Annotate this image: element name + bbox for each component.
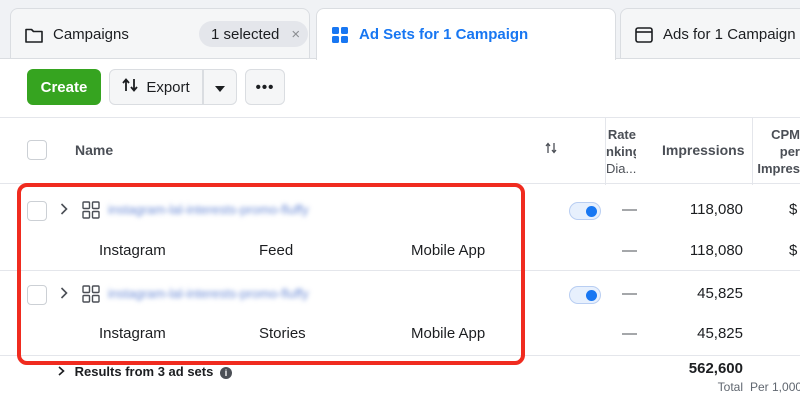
breakdown-placement: Feed <box>259 242 294 259</box>
total-impressions: 562,600 <box>688 360 743 377</box>
tab-bar: Campaigns 1 selected × Ad Sets for 1 Cam… <box>0 0 800 60</box>
row-checkbox[interactable] <box>27 285 47 305</box>
clear-selection-icon[interactable]: × <box>291 26 300 43</box>
ad-set-grid-icon <box>82 201 100 219</box>
tab-ad-sets[interactable]: Ad Sets for 1 Campaign <box>316 8 616 60</box>
ranking-value: — <box>622 325 637 342</box>
expand-chevron-icon[interactable] <box>60 286 68 302</box>
ranking-value: — <box>622 242 637 259</box>
breakdown-platform: Instagram <box>99 242 166 259</box>
tab-ads[interactable]: Ads for 1 Campaign <box>620 8 800 60</box>
results-label: Results from 3 ad sets i <box>58 364 232 379</box>
cpm-value: $ <box>789 242 798 259</box>
export-label: Export <box>146 78 190 96</box>
ad-sets-panel: Create Export ••• Name Rate nking Dia... <box>0 58 800 419</box>
total-label: Total <box>717 380 743 394</box>
row-checkbox[interactable] <box>27 201 47 221</box>
toggle-knob <box>586 206 597 217</box>
results-summary-row: Results from 3 ad sets i 562,600 Total P… <box>0 355 800 419</box>
impressions-value: 45,825 <box>697 325 743 342</box>
select-all-checkbox[interactable] <box>27 140 47 160</box>
ad-set-name-link[interactable]: instagram-lal-interests-promo-fluffy <box>108 286 309 301</box>
table-row: instagram-lal-interests-promo-fluffy — 4… <box>0 271 800 355</box>
column-header-cpm[interactable]: CPM per Impres <box>756 126 800 177</box>
selected-badge[interactable]: 1 selected × <box>199 21 309 47</box>
export-button[interactable]: Export <box>109 69 203 105</box>
tab-campaigns[interactable]: Campaigns 1 selected × <box>10 8 310 60</box>
expand-chevron-icon[interactable] <box>58 364 69 379</box>
ad-sets-grid-icon <box>331 26 349 44</box>
breakdown-placement: Stories <box>259 325 306 342</box>
tab-ads-label: Ads for 1 Campaign <box>663 26 796 43</box>
breakdown-platform: Instagram <box>99 325 166 342</box>
export-icon <box>122 78 138 96</box>
more-options-button[interactable]: ••• <box>245 69 285 105</box>
tab-campaigns-label: Campaigns <box>53 26 129 43</box>
impressions-value: 118,080 <box>689 242 743 259</box>
tab-ad-sets-label: Ad Sets for 1 Campaign <box>359 26 529 43</box>
ad-window-icon <box>635 26 653 43</box>
table-row: instagram-lal-interests-promo-fluffy — 1… <box>0 185 800 270</box>
selected-count: 1 selected <box>211 25 280 43</box>
info-icon[interactable]: i <box>219 367 232 379</box>
toolbar: Create Export ••• <box>27 69 285 105</box>
column-header-ranking[interactable]: Rate nking Dia... <box>606 126 636 177</box>
ranking-value: — <box>622 201 637 218</box>
folder-icon <box>25 27 43 43</box>
expand-chevron-icon[interactable] <box>60 202 68 218</box>
ranking-value: — <box>622 285 637 302</box>
column-header-impressions[interactable]: Impressions <box>662 142 744 158</box>
impressions-value: 118,080 <box>689 201 743 218</box>
ad-set-grid-icon <box>82 285 100 303</box>
ad-sets-table: Name Rate nking Dia... Impressions CPM p… <box>0 117 800 419</box>
breakdown-device: Mobile App <box>411 325 486 342</box>
caret-down-icon <box>215 79 225 96</box>
breakdown-device: Mobile App <box>411 242 486 259</box>
impressions-value: 45,825 <box>697 285 743 302</box>
export-dropdown-button[interactable] <box>203 69 237 105</box>
cpm-value: $ <box>789 201 798 218</box>
sort-icon[interactable] <box>545 142 557 157</box>
table-header: Name Rate nking Dia... Impressions CPM p… <box>0 118 800 184</box>
ad-set-toggle[interactable] <box>569 286 601 304</box>
ad-set-toggle[interactable] <box>569 202 601 220</box>
ad-set-name-link[interactable]: instagram-lal-interests-promo-fluffy <box>108 202 309 217</box>
create-button[interactable]: Create <box>27 69 101 105</box>
toggle-knob <box>586 290 597 301</box>
per-thousand-label: Per 1,000 <box>750 380 800 394</box>
column-header-name[interactable]: Name <box>75 142 113 158</box>
